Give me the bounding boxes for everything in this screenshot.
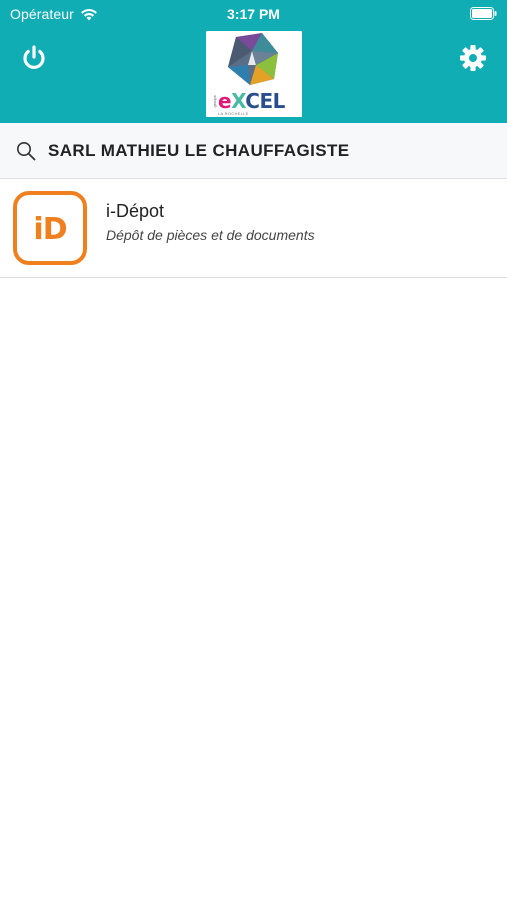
search-icon xyxy=(17,142,36,161)
app-subtitle: Dépôt de pièces et de documents xyxy=(106,227,315,243)
power-icon xyxy=(23,45,45,69)
power-button[interactable] xyxy=(18,42,50,74)
app-icon-label: iD xyxy=(33,211,67,247)
app-header: Opérateur 3:17 PM groupe eXCEL LA ROCHEL… xyxy=(0,0,507,123)
app-list-item[interactable]: iD i-Dépot Dépôt de pièces et de documen… xyxy=(0,179,507,278)
logo-small-text: groupe xyxy=(212,95,217,108)
search-bar[interactable]: SARL MATHIEU LE CHAUFFAGISTE xyxy=(0,123,507,179)
app-title: i-Dépot xyxy=(106,201,165,221)
battery-icon xyxy=(470,7,497,20)
company-logo: groupe eXCEL LA ROCHELLE xyxy=(206,31,302,117)
status-time: 3:17 PM xyxy=(227,6,280,22)
status-bar: Opérateur 3:17 PM xyxy=(0,0,507,28)
logo-wordmark: eXCEL xyxy=(218,89,285,113)
search-input[interactable]: SARL MATHIEU LE CHAUFFAGISTE xyxy=(48,141,349,161)
i-depot-app-icon: iD xyxy=(13,191,87,265)
settings-button[interactable] xyxy=(457,42,489,74)
logo-location: LA ROCHELLE xyxy=(218,111,249,116)
gear-icon xyxy=(460,45,486,71)
